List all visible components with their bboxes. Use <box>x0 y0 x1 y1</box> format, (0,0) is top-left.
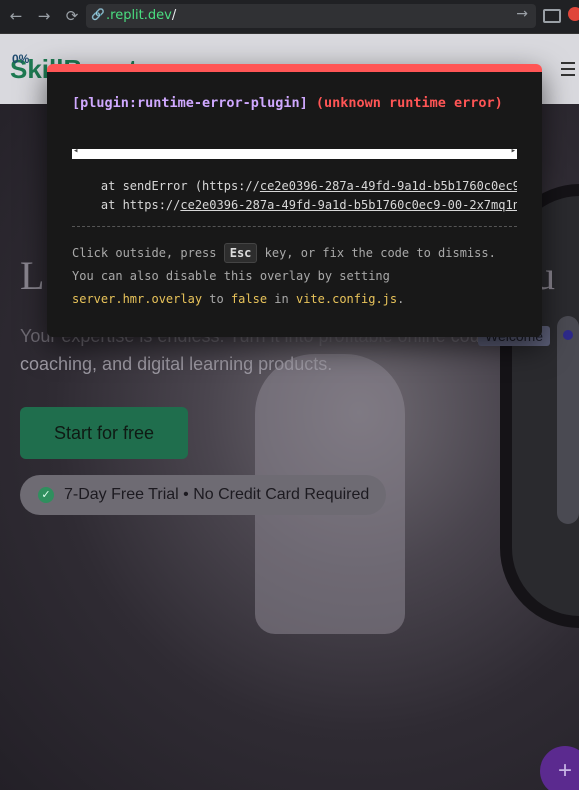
error-title: [plugin:runtime-error-plugin] (unknown r… <box>72 92 522 114</box>
extension-icon[interactable] <box>568 7 579 21</box>
check-circle-icon: ✓ <box>38 487 54 503</box>
esc-key: Esc <box>223 243 258 263</box>
tip-in: in <box>267 292 296 306</box>
tip-line2: You can also disable this overlay by set… <box>72 269 390 283</box>
tip-line1-b: key, or fix the code to dismiss. <box>257 246 496 260</box>
link-icon: 🔗 <box>91 9 105 21</box>
browser-toolbar: ← → ⟳ 🔗 .replit.dev/ → <box>0 0 579 34</box>
go-icon[interactable]: → <box>516 6 528 22</box>
url-domain: .replit.dev <box>106 8 172 23</box>
hero-subtitle-line2: coaching, and digital learning products. <box>20 354 333 374</box>
hero-headline: L <box>20 253 45 298</box>
tip-end: . <box>397 292 405 306</box>
dismiss-tip: Click outside, press Esc key, or fix the… <box>72 242 532 311</box>
tip-code-setting: server.hmr.overlay <box>72 292 203 306</box>
url-path: / <box>171 8 177 23</box>
overlay-divider <box>72 226 517 227</box>
stack-line-2-link[interactable]: ce2e0396-287a-49fd-9a1d-b5b1760c0ec9-00-… <box>180 198 517 212</box>
start-for-free-button[interactable]: Start for free <box>20 407 188 459</box>
trial-text: 7-Day Free Trial • No Credit Card Requir… <box>64 486 370 503</box>
scroll-left-icon[interactable]: ◂ <box>73 146 78 156</box>
slider-handle[interactable] <box>563 330 573 340</box>
address-bar[interactable]: 🔗 .replit.dev/ → <box>86 4 536 28</box>
stack-line-1-link[interactable]: ce2e0396-287a-49fd-9a1d-b5b1760c0ec9- <box>260 179 517 193</box>
reload-icon[interactable]: ⟳ <box>62 6 82 26</box>
progress-indicator: 0% <box>12 52 30 66</box>
scroll-right-icon[interactable]: ▸ <box>511 146 516 156</box>
side-slider[interactable] <box>557 316 579 524</box>
tip-to: to <box>202 292 231 306</box>
forward-icon[interactable]: → <box>34 6 54 26</box>
runtime-error-overlay: [plugin:runtime-error-plugin] (unknown r… <box>47 64 542 337</box>
tip-code-value: false <box>230 292 268 306</box>
back-icon[interactable]: ← <box>6 6 26 26</box>
error-plugin-name: [plugin:runtime-error-plugin] <box>72 95 308 111</box>
stack-line-2-prefix: at https:// <box>72 198 181 212</box>
tip-code-file: vite.config.js <box>295 292 398 306</box>
error-stack-trace: at sendError (https://ce2e0396-287a-49fd… <box>72 177 517 215</box>
error-message: (unknown runtime error) <box>315 95 503 111</box>
stack-line-1-prefix: at sendError (https:// <box>72 179 260 193</box>
horizontal-scrollbar[interactable]: ◂ ▸ <box>72 146 517 159</box>
menu-icon[interactable] <box>561 58 575 80</box>
trial-badge: ✓ 7-Day Free Trial • No Credit Card Requ… <box>20 475 386 515</box>
tip-line1-a: Click outside, press <box>72 246 224 260</box>
cast-icon[interactable] <box>543 9 561 23</box>
